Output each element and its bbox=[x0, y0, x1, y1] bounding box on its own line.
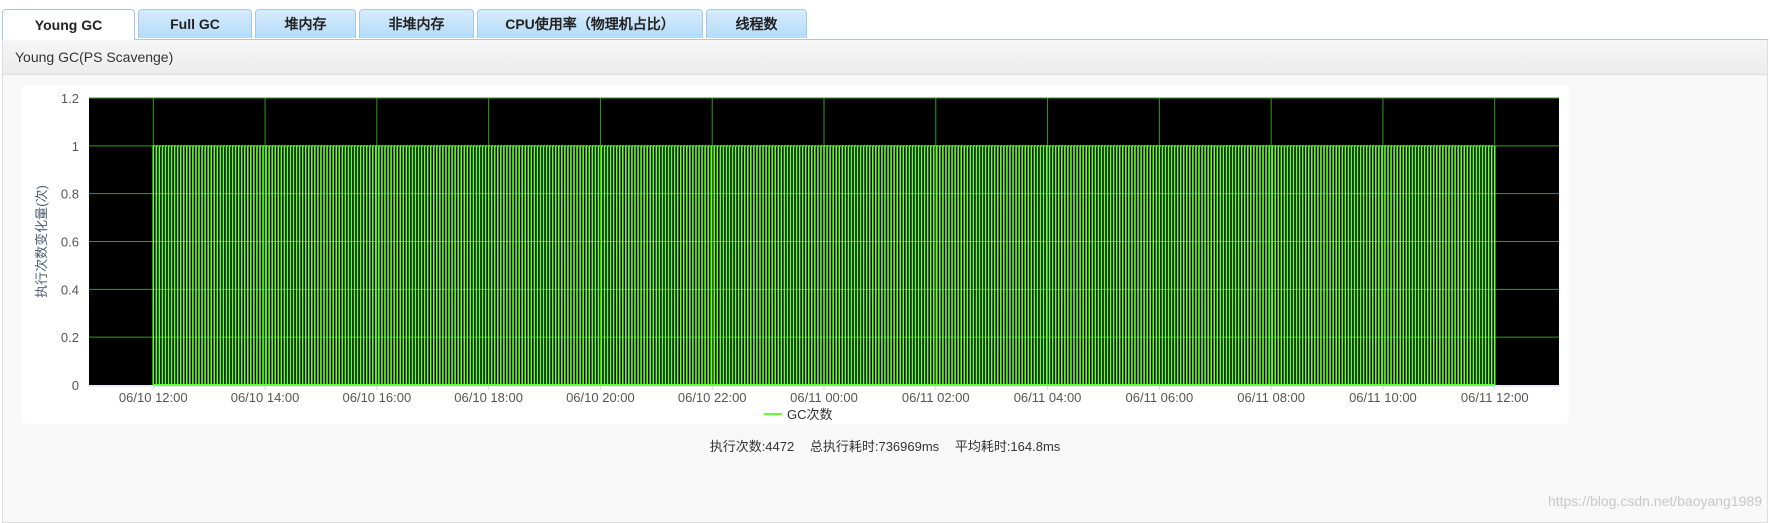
watermark: https://blog.csdn.net/baoyang1989 bbox=[1547, 493, 1762, 509]
gc-total-time-text: 总执行耗时:736969ms bbox=[809, 439, 940, 454]
y-axis-title: 执行次数变化量(次) bbox=[34, 185, 49, 298]
y-tick-label: 0 bbox=[72, 378, 79, 393]
x-tick-label: 06/11 02:00 bbox=[902, 390, 970, 405]
y-tick-label: 1 bbox=[72, 139, 79, 154]
chart-container: 0 0.2 0.4 0.6 0.8 1 1.2 06/10 12:00 06/10 14:00 0… bbox=[22, 85, 1569, 424]
young-gc-panel: Young GC(PS Scavenge) 0 0.2 0.4 0.6 0.8 1 1.2 0… bbox=[2, 39, 1768, 523]
x-tick-label: 06/11 10:00 bbox=[1349, 390, 1417, 405]
x-tick-label: 06/11 00:00 bbox=[790, 390, 858, 405]
tab-full-gc[interactable]: Full GC bbox=[138, 9, 252, 38]
panel-title: Young GC(PS Scavenge) bbox=[3, 40, 1767, 75]
y-tick-label: 0.4 bbox=[61, 282, 79, 297]
y-tick-label: 0.2 bbox=[61, 330, 79, 345]
gc-chart: 0 0.2 0.4 0.6 0.8 1 1.2 06/10 12:00 06/10 14:00 0… bbox=[34, 91, 1559, 422]
x-tick-label: 06/10 20:00 bbox=[566, 390, 635, 405]
tab-young-gc[interactable]: Young GC bbox=[2, 9, 135, 40]
x-tick-label: 06/10 12:00 bbox=[119, 390, 188, 405]
y-tick-label: 0.8 bbox=[61, 187, 79, 202]
x-tick-label: 06/11 06:00 bbox=[1126, 390, 1194, 405]
x-tick-label: 06/11 12:00 bbox=[1461, 390, 1529, 405]
tab-non-heap-memory[interactable]: 非堆内存 bbox=[359, 9, 474, 38]
x-tick-label: 06/11 04:00 bbox=[1014, 390, 1082, 405]
y-tick-label: 0.6 bbox=[61, 235, 79, 250]
x-tick-label: 06/11 08:00 bbox=[1237, 390, 1305, 405]
x-tick-label: 06/10 22:00 bbox=[678, 390, 747, 405]
x-tick-label: 06/10 18:00 bbox=[454, 390, 523, 405]
gc-count-text: 执行次数:4472 bbox=[709, 439, 795, 454]
tab-cpu-usage[interactable]: CPU使用率（物理机占比） bbox=[477, 9, 703, 38]
gc-avg-time-text: 平均耗时:164.8ms bbox=[954, 439, 1061, 454]
gc-summary: 执行次数:4472 总执行耗时:736969ms 平均耗时:164.8ms bbox=[3, 436, 1767, 455]
tab-heap-memory[interactable]: 堆内存 bbox=[255, 9, 356, 38]
y-tick-label: 1.2 bbox=[61, 91, 79, 106]
x-tick-label: 06/10 16:00 bbox=[343, 390, 412, 405]
legend-item-gc-count: GC次数 bbox=[787, 407, 833, 422]
x-tick-label: 06/10 14:00 bbox=[231, 390, 300, 405]
tab-thread-count[interactable]: 线程数 bbox=[706, 9, 807, 38]
tab-bar: Young GC Full GC 堆内存 非堆内存 CPU使用率（物理机占比） … bbox=[2, 9, 810, 40]
